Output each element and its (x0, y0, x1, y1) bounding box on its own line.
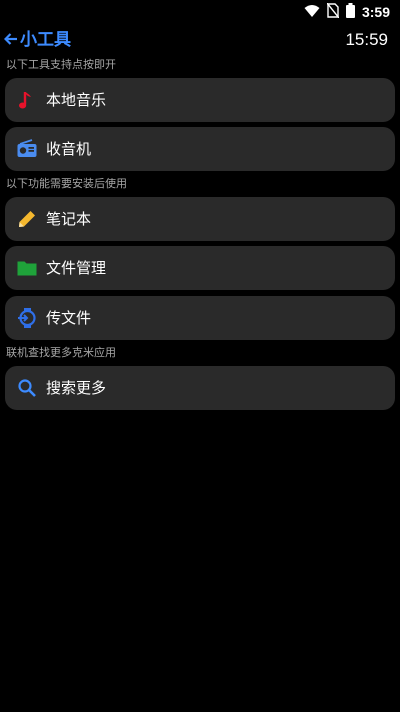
tool-item-label: 文件管理 (46, 259, 107, 277)
header-clock: 15:59 (345, 30, 388, 49)
arrow-left-icon (3, 31, 18, 50)
page-title: 小工具 (20, 30, 71, 50)
section-label-instant: 以下工具支持点按即开 (6, 58, 116, 71)
wifi-icon (304, 3, 320, 22)
pencil-icon (16, 208, 38, 230)
music-note-icon (16, 89, 38, 111)
section-label-install: 以下功能需要安装后使用 (6, 177, 127, 190)
status-bar: 3:59 (0, 0, 400, 24)
tool-item-file-manager[interactable]: 文件管理 (5, 246, 395, 290)
tool-item-label: 笔记本 (46, 210, 92, 228)
no-sim-icon (326, 2, 340, 22)
app-header: 小工具 15:59 (0, 28, 400, 52)
tool-item-label: 搜索更多 (46, 379, 107, 397)
section-label-online: 联机查找更多克米应用 (6, 346, 116, 359)
search-more-button[interactable]: 搜索更多 (5, 366, 395, 410)
search-icon (16, 377, 38, 399)
folder-icon (16, 257, 38, 279)
tool-item-notebook[interactable]: 笔记本 (5, 197, 395, 241)
radio-icon (16, 138, 38, 160)
tool-item-label: 本地音乐 (46, 91, 107, 109)
tool-item-radio[interactable]: 收音机 (5, 127, 395, 171)
back-button[interactable]: 小工具 (3, 28, 71, 52)
tool-item-label: 收音机 (46, 140, 92, 158)
battery-icon (345, 2, 355, 22)
status-time: 3:59 (361, 4, 390, 20)
tool-item-label: 传文件 (46, 309, 92, 327)
tool-item-transfer-file[interactable]: 传文件 (5, 296, 395, 340)
status-icons: 3:59 (304, 2, 390, 22)
tool-item-local-music[interactable]: 本地音乐 (5, 78, 395, 122)
watch-transfer-icon (16, 307, 38, 329)
